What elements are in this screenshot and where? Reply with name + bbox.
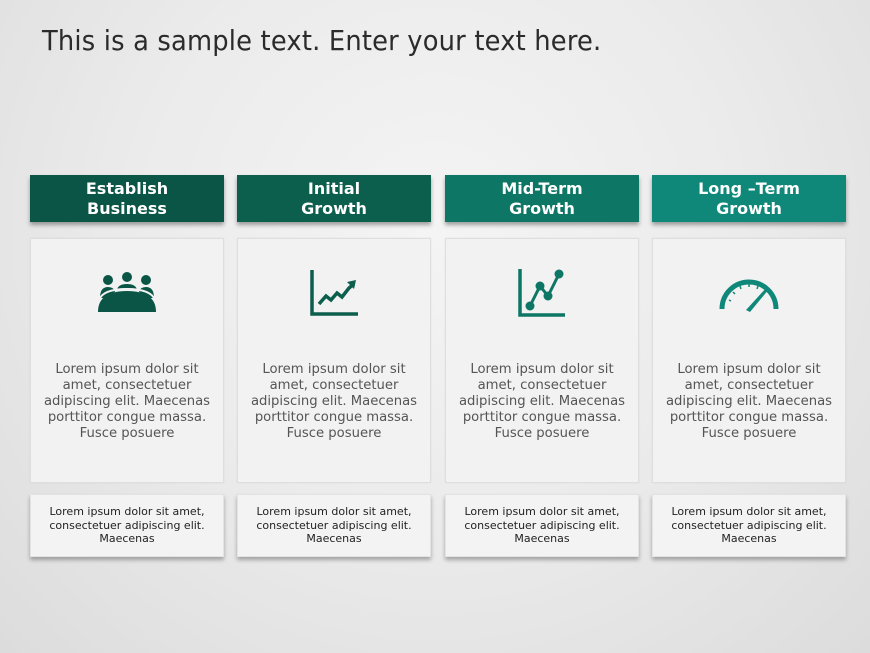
stage-description: Lorem ipsum dolor sit amet, consectetuer…: [43, 362, 211, 441]
stage-header: Mid-Term Growth: [445, 175, 639, 222]
team-meeting-icon: [98, 272, 156, 312]
stage-card: Lorem ipsum dolor sit amet, consectetuer…: [237, 238, 431, 483]
stage-card: Lorem ipsum dolor sit amet, consectetuer…: [30, 238, 224, 483]
stage-column-mid-term-growth: Mid-Term Growth Lorem ipsum dolor sit am…: [445, 175, 639, 557]
stage-note: Lorem ipsum dolor sit amet, consectetuer…: [30, 494, 224, 557]
stage-header-label: Initial Growth: [301, 178, 367, 218]
stage-note: Lorem ipsum dolor sit amet, consectetuer…: [652, 494, 846, 557]
page-title: This is a sample text. Enter your text h…: [42, 24, 602, 57]
stage-header-label: Establish Business: [85, 178, 169, 218]
speedometer-icon: [719, 279, 779, 312]
stage-card: Lorem ipsum dolor sit amet, consectetuer…: [445, 238, 639, 483]
stage-header-label: Long –Term Growth: [698, 178, 800, 218]
stage-header: Establish Business: [30, 175, 224, 222]
stage-header-label: Mid-Term Growth: [501, 178, 583, 218]
stage-header: Initial Growth: [237, 175, 431, 222]
stage-description: Lorem ipsum dolor sit amet, consectetuer…: [458, 362, 626, 441]
stage-description: Lorem ipsum dolor sit amet, consectetuer…: [250, 362, 418, 441]
stage-header: Long –Term Growth: [652, 175, 846, 222]
growth-chart-icon: [310, 270, 358, 316]
stage-card: Lorem ipsum dolor sit amet, consectetuer…: [652, 238, 846, 483]
stage-column-establish-business: Establish Business Lorem ipsum dolor sit…: [30, 175, 224, 557]
stage-column-initial-growth: Initial Growth Lorem ipsum dolor sit ame…: [237, 175, 431, 557]
stage-description: Lorem ipsum dolor sit amet, consectetuer…: [665, 362, 833, 441]
stage-note: Lorem ipsum dolor sit amet, consectetuer…: [237, 494, 431, 557]
stage-note: Lorem ipsum dolor sit amet, consectetuer…: [445, 494, 639, 557]
line-chart-icon: [518, 269, 565, 317]
stage-column-long-term-growth: Long –Term Growth Lorem ipsum dolor sit …: [652, 175, 846, 557]
